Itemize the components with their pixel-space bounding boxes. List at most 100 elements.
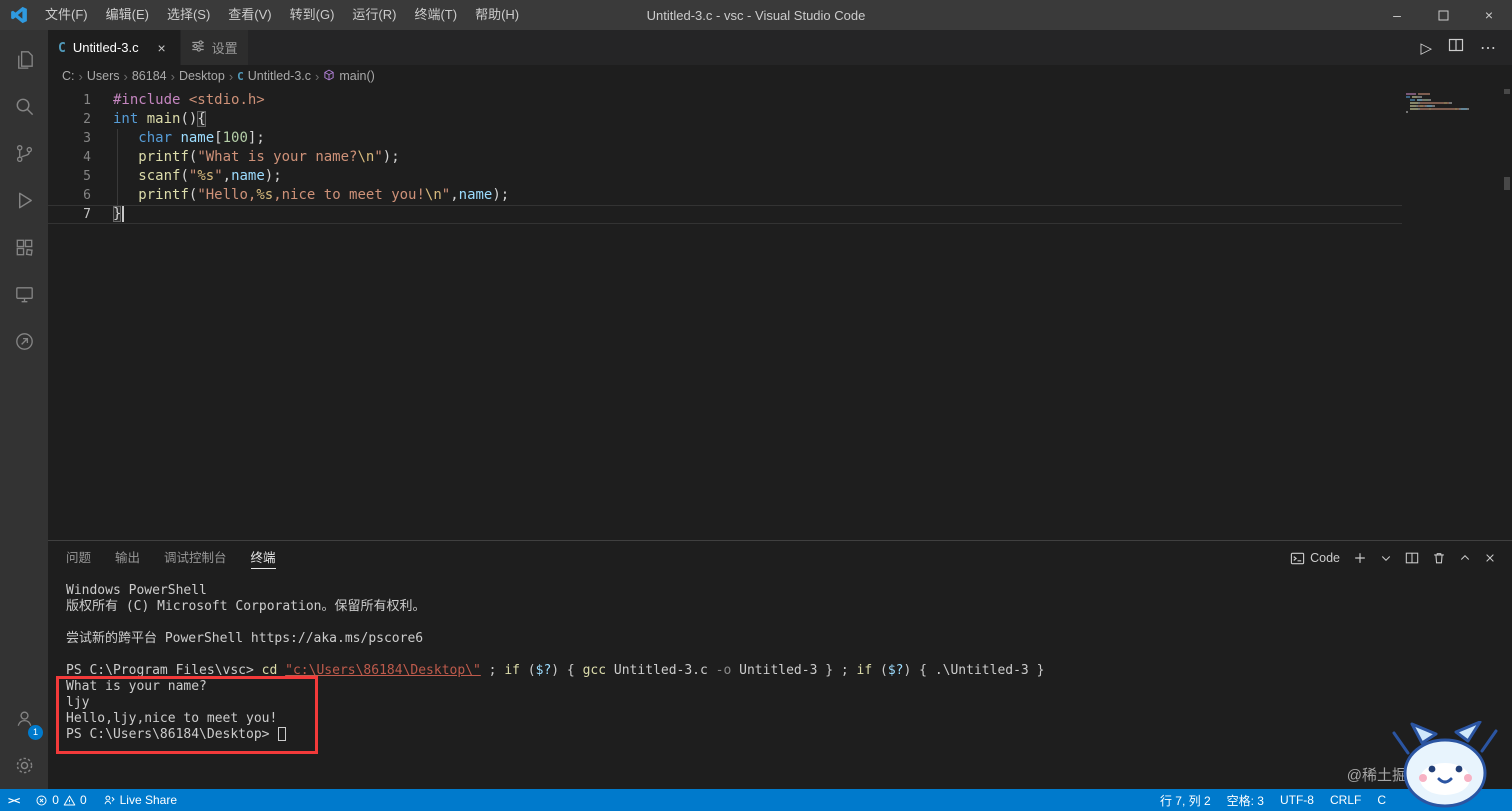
terminal-line: What is your name? xyxy=(66,679,207,694)
code-line-5[interactable]: 5 scanf("%s",name); xyxy=(48,167,1402,186)
breadcrumb-item-0[interactable]: C: xyxy=(62,69,75,83)
symbol-method-icon-wrap xyxy=(323,69,335,84)
breadcrumb: C: › Users › 86184 › Desktop › C Untitled-3.c › mai… xyxy=(48,65,1512,87)
menu-item-7[interactable]: 帮助(H) xyxy=(466,0,528,30)
minimap-line xyxy=(1406,96,1496,98)
vscode-window: 文件(F) 编辑(E) 选择(S) 查看(V) 转到(G) 运行(R) 终端(T) 帮助(H)… xyxy=(0,0,1512,811)
remote-explorer-icon[interactable] xyxy=(0,271,48,318)
panel-tab-3[interactable]: 终端 xyxy=(250,541,276,575)
panel-tab-2[interactable]: 调试控制台 xyxy=(164,541,227,575)
status-item-2[interactable]: UTF-8 xyxy=(1272,789,1322,811)
warning-count: 0 xyxy=(79,793,87,807)
remote-indicator-icon[interactable]: >< xyxy=(0,789,27,811)
problems-status[interactable]: 0 0 xyxy=(27,789,94,811)
code-line-3[interactable]: 3 char name[100]; xyxy=(48,129,1402,148)
mascot-image xyxy=(1392,721,1498,808)
menu-item-1[interactable]: 编辑(E) xyxy=(97,0,158,30)
minimap-line xyxy=(1406,102,1496,104)
close-window-icon[interactable]: × xyxy=(1466,0,1512,30)
minimap-line xyxy=(1406,99,1496,101)
window-title: Untitled-3.c - vsc - Visual Studio Code xyxy=(646,7,866,23)
minimap-line xyxy=(1406,105,1496,107)
breadcrumb-separator-icon: › xyxy=(170,68,175,84)
minimize-icon[interactable]: – xyxy=(1374,0,1420,30)
maximize-icon[interactable] xyxy=(1420,0,1466,30)
terminal-cursor xyxy=(278,726,287,741)
menu-item-5[interactable]: 运行(R) xyxy=(343,0,405,30)
terminal-line: Hello,ljy,nice to meet you! xyxy=(66,711,278,726)
code-line-7[interactable]: 7} xyxy=(48,205,1402,224)
editor-actions: ▷ ⋯ xyxy=(1420,30,1512,65)
code-line-6[interactable]: 6 printf("Hello,%s,nice to meet you!\n",… xyxy=(48,186,1402,205)
line-number: 6 xyxy=(83,188,91,203)
line-content: char name[100]; xyxy=(138,130,265,146)
search-icon[interactable] xyxy=(0,83,48,130)
menu-item-3[interactable]: 查看(V) xyxy=(219,0,280,30)
code-line-4[interactable]: 4 printf("What is your name?\n"); xyxy=(48,148,1402,167)
warnings-icon xyxy=(63,795,76,805)
status-item-1[interactable]: 空格: 3 xyxy=(1219,789,1272,811)
panel: 问题 输出 调试控制台 终端 Code Windows PowerShell 版… xyxy=(48,540,1512,789)
close-panel-icon[interactable] xyxy=(1484,552,1496,564)
kill-terminal-icon[interactable] xyxy=(1432,551,1446,565)
editor[interactable]: 1 #include <stdio.h> 2 int main(){3 char na… xyxy=(48,87,1512,540)
code-line-1[interactable]: 1 #include <stdio.h> xyxy=(48,91,1402,110)
breadcrumb-label: Users xyxy=(86,69,120,83)
terminal-dropdown-icon[interactable] xyxy=(1380,552,1392,564)
tab-bar: C Untitled-3.c × 设置 ▷ ⋯ xyxy=(48,30,1512,65)
terminal-line: PS C:\Users\86184\Desktop> xyxy=(66,726,1512,743)
tab-strip: C Untitled-3.c × 设置 xyxy=(48,30,249,65)
breadcrumb-item-1[interactable]: Users xyxy=(87,69,120,83)
menu-item-6[interactable]: 终端(T) xyxy=(405,0,466,30)
more-actions-icon[interactable]: ⋯ xyxy=(1480,38,1496,58)
settings-tune-icon xyxy=(191,40,204,52)
extensions-icon[interactable] xyxy=(0,224,48,271)
minimap-line xyxy=(1406,111,1496,113)
maximize-panel-icon[interactable] xyxy=(1459,552,1471,564)
breadcrumb-item-3[interactable]: Desktop xyxy=(179,69,225,83)
explorer-icon[interactable] xyxy=(0,36,48,83)
status-item-3[interactable]: CRLF xyxy=(1322,789,1369,811)
line-number: 4 xyxy=(83,150,91,165)
live-share-button[interactable]: Live Share xyxy=(95,789,185,811)
live-share-label: Live Share xyxy=(119,793,177,807)
c-file-icon-wrap: C xyxy=(237,69,244,83)
split-terminal-icon[interactable] xyxy=(1405,551,1419,565)
source-control-icon[interactable] xyxy=(0,130,48,177)
minimap-line xyxy=(1406,108,1496,110)
run-code-icon[interactable]: ▷ xyxy=(1420,39,1432,57)
breadcrumb-item-4[interactable]: C Untitled-3.c xyxy=(237,69,311,83)
window-controls: – × xyxy=(1374,0,1512,30)
terminal-output[interactable]: Windows PowerShell 版权所有 (C) Microsoft Cor… xyxy=(48,575,1512,789)
menu-item-0[interactable]: 文件(F) xyxy=(36,0,97,30)
code-area[interactable]: 1 #include <stdio.h> 2 int main(){3 char na… xyxy=(48,91,1402,224)
breadcrumb-item-5[interactable]: main() xyxy=(323,69,375,84)
c-file-icon: C xyxy=(237,70,244,83)
accounts-icon[interactable]: 1 xyxy=(0,695,48,742)
split-editor-icon[interactable] xyxy=(1448,37,1464,58)
run-and-debug-icon[interactable] xyxy=(0,177,48,224)
errors-icon xyxy=(36,794,47,806)
close-tab-icon[interactable]: × xyxy=(154,40,170,56)
terminal-profile-button[interactable]: Code xyxy=(1290,551,1340,566)
status-item-0[interactable]: 行 7, 列 2 xyxy=(1152,789,1219,811)
terminal-line: ljy xyxy=(66,695,90,710)
line-content: #include <stdio.h> xyxy=(113,92,265,108)
panel-tab-0[interactable]: 问题 xyxy=(66,541,91,575)
live-share-icon[interactable] xyxy=(0,318,48,365)
c-file-icon-wrap: C xyxy=(58,40,66,56)
menu-item-2[interactable]: 选择(S) xyxy=(158,0,219,30)
settings-gear-icon[interactable] xyxy=(0,742,48,789)
activity-bar: 1 xyxy=(0,30,48,789)
minimap[interactable] xyxy=(1406,93,1496,114)
terminal-profile-icon xyxy=(1290,552,1305,564)
tab-0[interactable]: C Untitled-3.c × xyxy=(48,30,181,65)
breadcrumb-separator-icon: › xyxy=(228,68,234,84)
breadcrumb-separator-icon: › xyxy=(78,68,83,84)
menu-item-4[interactable]: 转到(G) xyxy=(281,0,344,30)
panel-tab-1[interactable]: 输出 xyxy=(115,541,140,575)
breadcrumb-item-2[interactable]: 86184 xyxy=(132,69,167,83)
code-line-2[interactable]: 2 int main(){ xyxy=(48,110,1402,129)
new-terminal-icon[interactable] xyxy=(1353,551,1367,565)
tab-1[interactable]: 设置 xyxy=(180,30,249,65)
